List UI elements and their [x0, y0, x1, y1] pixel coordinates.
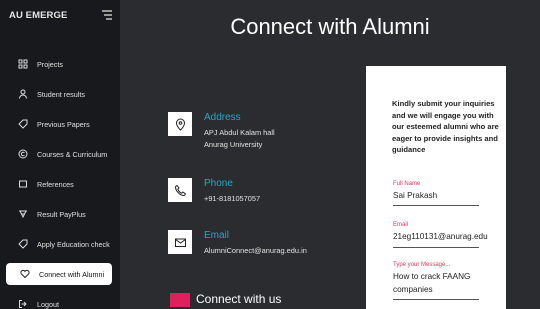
user-icon — [17, 88, 29, 100]
sidebar-item-courses[interactable]: Courses & Curriculum — [4, 143, 114, 165]
tag-icon — [17, 238, 29, 250]
sidebar-item-label: Projects — [37, 59, 63, 69]
form-heading: Kindly submit your inquiries and we will… — [392, 99, 499, 154]
sidebar-item-references[interactable]: References — [4, 173, 114, 195]
location-pin-icon — [168, 112, 192, 136]
sidebar-item-label: Courses & Curriculum — [37, 149, 108, 159]
sidebar-item-label: References — [37, 179, 74, 189]
address-line-1: APJ Abdul Kalam hall — [204, 128, 275, 137]
tag-icon — [17, 118, 29, 130]
email-field[interactable]: 21eg110131@anurag.edu — [393, 232, 505, 241]
sidebar-item-label: Connect with Alumni — [39, 269, 105, 279]
address-line-2: Anurag University — [204, 140, 263, 149]
full-name-underline — [393, 205, 479, 206]
sidebar-item-student-results[interactable]: Student results — [4, 83, 114, 105]
message-field-line-2[interactable]: companies — [393, 285, 505, 294]
sidebar-item-previous-papers[interactable]: Previous Papers — [4, 113, 114, 135]
logout-icon — [17, 298, 29, 309]
connect-heading: Connect with us — [196, 292, 282, 306]
message-underline — [393, 299, 479, 300]
brand-logo: AU EMERGE — [9, 10, 68, 21]
address-title: Address — [204, 112, 241, 123]
app-window: AU EMERGE Projects Student results Previ… — [0, 0, 540, 309]
sidebar-item-logout[interactable]: Logout — [4, 293, 114, 309]
phone-icon — [168, 178, 192, 202]
sidebar-item-label: Apply Education check — [37, 239, 110, 249]
email-label: Email — [393, 222, 409, 228]
sidebar-item-connect-alumni[interactable]: Connect with Alumni — [6, 263, 112, 285]
sidebar-item-label: Student results — [37, 89, 85, 99]
full-name-label: Full Name — [393, 181, 421, 187]
email-underline — [393, 247, 479, 248]
email-title: Email — [204, 230, 230, 241]
grid-icon — [17, 58, 29, 70]
sidebar-item-projects[interactable]: Projects — [4, 53, 114, 75]
message-field-line-1[interactable]: How to crack FAANG — [393, 272, 505, 281]
mail-icon — [168, 230, 192, 254]
pay-icon — [17, 208, 29, 220]
sidebar-item-label: Logout — [37, 299, 59, 309]
message-label: Type your Message... — [393, 262, 451, 268]
sidebar-item-label: Previous Papers — [37, 119, 90, 129]
email-address[interactable]: AlumniConnect@anurag.edu.in — [204, 246, 307, 255]
page-title: Connect with Alumni — [230, 14, 430, 39]
phone-title: Phone — [204, 178, 233, 189]
inquiry-form-card: Kindly submit your inquiries and we will… — [366, 66, 506, 309]
copyright-icon — [17, 148, 29, 160]
square-icon — [17, 178, 29, 190]
menu-toggle-icon[interactable] — [100, 8, 114, 22]
sidebar-item-education-check[interactable]: Apply Education check — [4, 233, 114, 255]
sidebar: AU EMERGE Projects Student results Previ… — [0, 0, 120, 309]
sidebar-item-label: Result PayPlus — [37, 209, 86, 219]
full-name-field[interactable]: Sai Prakash — [393, 191, 505, 200]
connect-accent-bar — [170, 293, 190, 307]
heart-icon — [19, 268, 31, 280]
phone-number[interactable]: +91-8181057057 — [204, 194, 260, 203]
sidebar-item-result-payplus[interactable]: Result PayPlus — [4, 203, 114, 225]
